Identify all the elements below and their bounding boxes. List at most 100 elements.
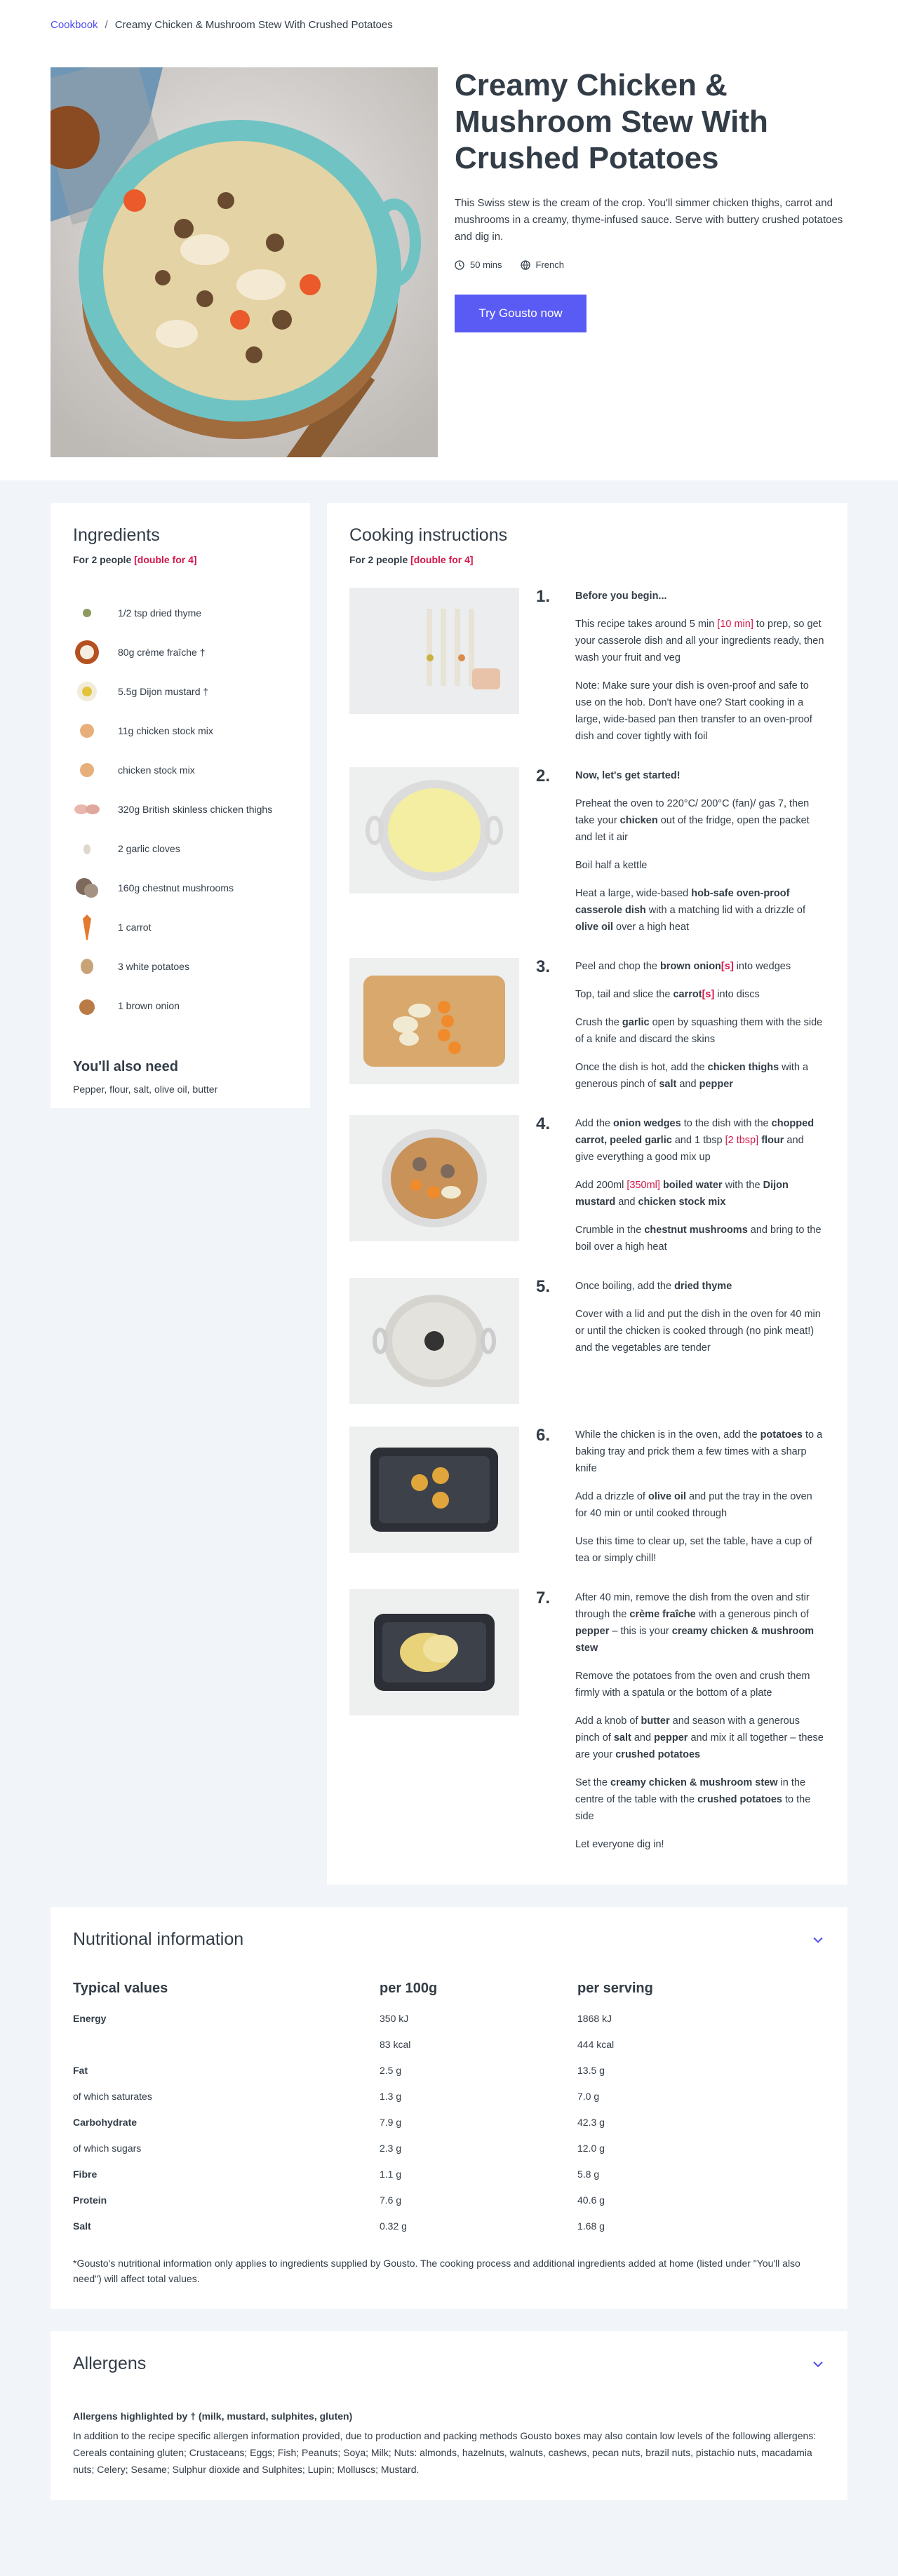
nutrient-label: Carbohydrate [73, 2116, 138, 2128]
list-item: 80g crème fraîche † [73, 633, 288, 672]
recipe-cuisine: French [520, 259, 564, 270]
nutrient-label: Energy [73, 2012, 107, 2024]
ingredient-label: 11g chicken stock mix [118, 725, 213, 736]
breadcrumb-cookbook-link[interactable]: Cookbook [51, 19, 98, 31]
allergens-subtitle: Allergens highlighted by † (milk, mustar… [73, 2410, 353, 2422]
ingredients-title: Ingredients [73, 525, 160, 545]
table-row: Fibre 1.1 g 5.8 g [73, 2161, 825, 2187]
clock-icon [455, 259, 464, 270]
recipe-meta: 50 mins French [455, 259, 847, 270]
table-row: 83 kcal 444 kcal [73, 2031, 825, 2057]
nutrient-label: Fat [73, 2064, 88, 2076]
chicken-icon [73, 795, 101, 823]
recipe-description: This Swiss stew is the cream of the crop… [455, 197, 843, 243]
recipe-main: Ingredients For 2 people [double for 4] … [0, 480, 898, 1884]
nutrient-per100: 2.3 g [380, 2142, 402, 2154]
chevron-down-icon[interactable] [811, 2357, 825, 2371]
nutrient-label: Protein [73, 2194, 107, 2206]
ingredient-label: 1 carrot [118, 922, 152, 933]
nutrient-serving: 444 kcal [577, 2038, 615, 2050]
mushroom-icon [73, 874, 101, 902]
carrot-icon [73, 913, 101, 941]
nutrient-serving: 1868 kJ [577, 2012, 612, 2024]
nutrient-per100: 350 kJ [380, 2012, 409, 2024]
ingredient-label: 320g British skinless chicken thighs [118, 804, 273, 815]
ingredient-label: 80g crème fraîche † [118, 647, 206, 658]
creme-fraiche-icon [73, 638, 101, 666]
nutrition-header[interactable]: Nutritional information [73, 1929, 825, 1950]
breadcrumb-separator: / [105, 18, 108, 31]
recipe-time: 50 mins [455, 259, 502, 270]
list-item: 1/2 tsp dried thyme [73, 593, 288, 633]
nutrient-per100: 2.5 g [380, 2064, 402, 2076]
nutrient-label: Fibre [73, 2168, 98, 2180]
allergens-panel: Allergens Allergens highlighted by † (mi… [51, 2331, 847, 2500]
nutrient-serving: 7.0 g [577, 2090, 600, 2102]
step-5-number: 5. [536, 1277, 551, 1296]
ingredient-label: 5.5g Dijon mustard † [118, 686, 209, 697]
nutrient-serving: 13.5 g [577, 2064, 605, 2076]
step-5-text: Once boiling, add the dried thyme Cover … [575, 1281, 821, 1354]
step-6-number: 6. [536, 1426, 551, 1445]
allergens-title: Allergens [73, 2354, 147, 2373]
recipe-cuisine-label: French [535, 259, 564, 270]
recipe-title: Creamy Chicken & Mushroom Stew With Crus… [455, 68, 768, 175]
step-7-text: After 40 min, remove the dish from the o… [575, 1592, 824, 1850]
step-3-text: Peel and chop the brown onion[s] into we… [575, 961, 823, 1090]
step-2-image [349, 767, 519, 893]
step-5: 5. Once boiling, add the dried thyme Cov… [349, 1278, 825, 1404]
table-row: of which saturates 1.3 g 7.0 g [73, 2083, 825, 2109]
ingredients-double-link[interactable]: [double for 4] [134, 554, 196, 565]
nutrient-serving: 42.3 g [577, 2116, 605, 2128]
list-item: 3 white potatoes [73, 947, 288, 986]
onion-icon [73, 992, 101, 1020]
globe-icon [520, 259, 530, 270]
step-6: 6. While the chicken is in the oven, add… [349, 1427, 825, 1567]
step-4: 4. Add the onion wedges to the dish with… [349, 1115, 825, 1255]
try-gousto-button[interactable]: Try Gousto now [455, 295, 587, 332]
nutrition-header-serving: per serving [577, 1981, 653, 1996]
garlic-icon [73, 835, 101, 863]
also-need-list: Pepper, flour, salt, olive oil, butter [73, 1084, 218, 1095]
potato-icon [73, 952, 101, 980]
step-3-number: 3. [536, 957, 551, 976]
allergens-text: In addition to the recipe specific aller… [73, 2430, 817, 2475]
ingredient-label: 2 garlic cloves [118, 843, 180, 854]
step-5-image [349, 1278, 519, 1404]
table-row: Fat 2.5 g 13.5 g [73, 2057, 825, 2083]
chevron-down-icon[interactable] [811, 1933, 825, 1947]
ingredient-label: 160g chestnut mushrooms [118, 882, 234, 893]
instructions-title: Cooking instructions [349, 525, 508, 545]
step-6-text: While the chicken is in the oven, add th… [575, 1429, 823, 1564]
step-1-number: 1. [536, 587, 551, 606]
table-row: Salt 0.32 g 1.68 g [73, 2213, 825, 2239]
step-4-text: Add the onion wedges to the dish with th… [575, 1118, 822, 1253]
step-2-number: 2. [536, 767, 551, 785]
step-4-number: 4. [536, 1114, 551, 1133]
nutrient-label [73, 2031, 380, 2057]
nutrient-label: of which sugars [73, 2142, 142, 2154]
stock-mix-icon [73, 756, 101, 784]
nutrient-per100: 1.3 g [380, 2090, 402, 2102]
ingredient-label: 1 brown onion [118, 1000, 180, 1011]
nutrient-serving: 12.0 g [577, 2142, 605, 2154]
breadcrumb: Cookbook / Creamy Chicken & Mushroom Ste… [0, 0, 898, 49]
step-3-image [349, 958, 519, 1084]
nutrient-serving: 40.6 g [577, 2194, 605, 2206]
step-7: 7. After 40 min, remove the dish from th… [349, 1589, 825, 1853]
thyme-icon [73, 599, 101, 627]
allergens-header[interactable]: Allergens [73, 2354, 825, 2374]
recipe-hero: Creamy Chicken & Mushroom Stew With Crus… [0, 49, 898, 480]
recipe-hero-info: Creamy Chicken & Mushroom Stew With Crus… [455, 67, 847, 480]
nutrient-serving: 5.8 g [577, 2168, 600, 2180]
ingredient-label: 3 white potatoes [118, 961, 189, 972]
step-2-text: Now, let's get started! Preheat the oven… [575, 770, 810, 933]
nutrition-title: Nutritional information [73, 1929, 244, 1949]
table-row: Carbohydrate 7.9 g 42.3 g [73, 2109, 825, 2135]
instructions-double-link[interactable]: [double for 4] [410, 554, 473, 565]
also-need-title: You'll also need [73, 1059, 178, 1074]
step-6-image [349, 1427, 519, 1553]
list-item: 5.5g Dijon mustard † [73, 672, 288, 711]
stock-mix-icon [73, 717, 101, 745]
recipe-time-label: 50 mins [470, 259, 502, 270]
